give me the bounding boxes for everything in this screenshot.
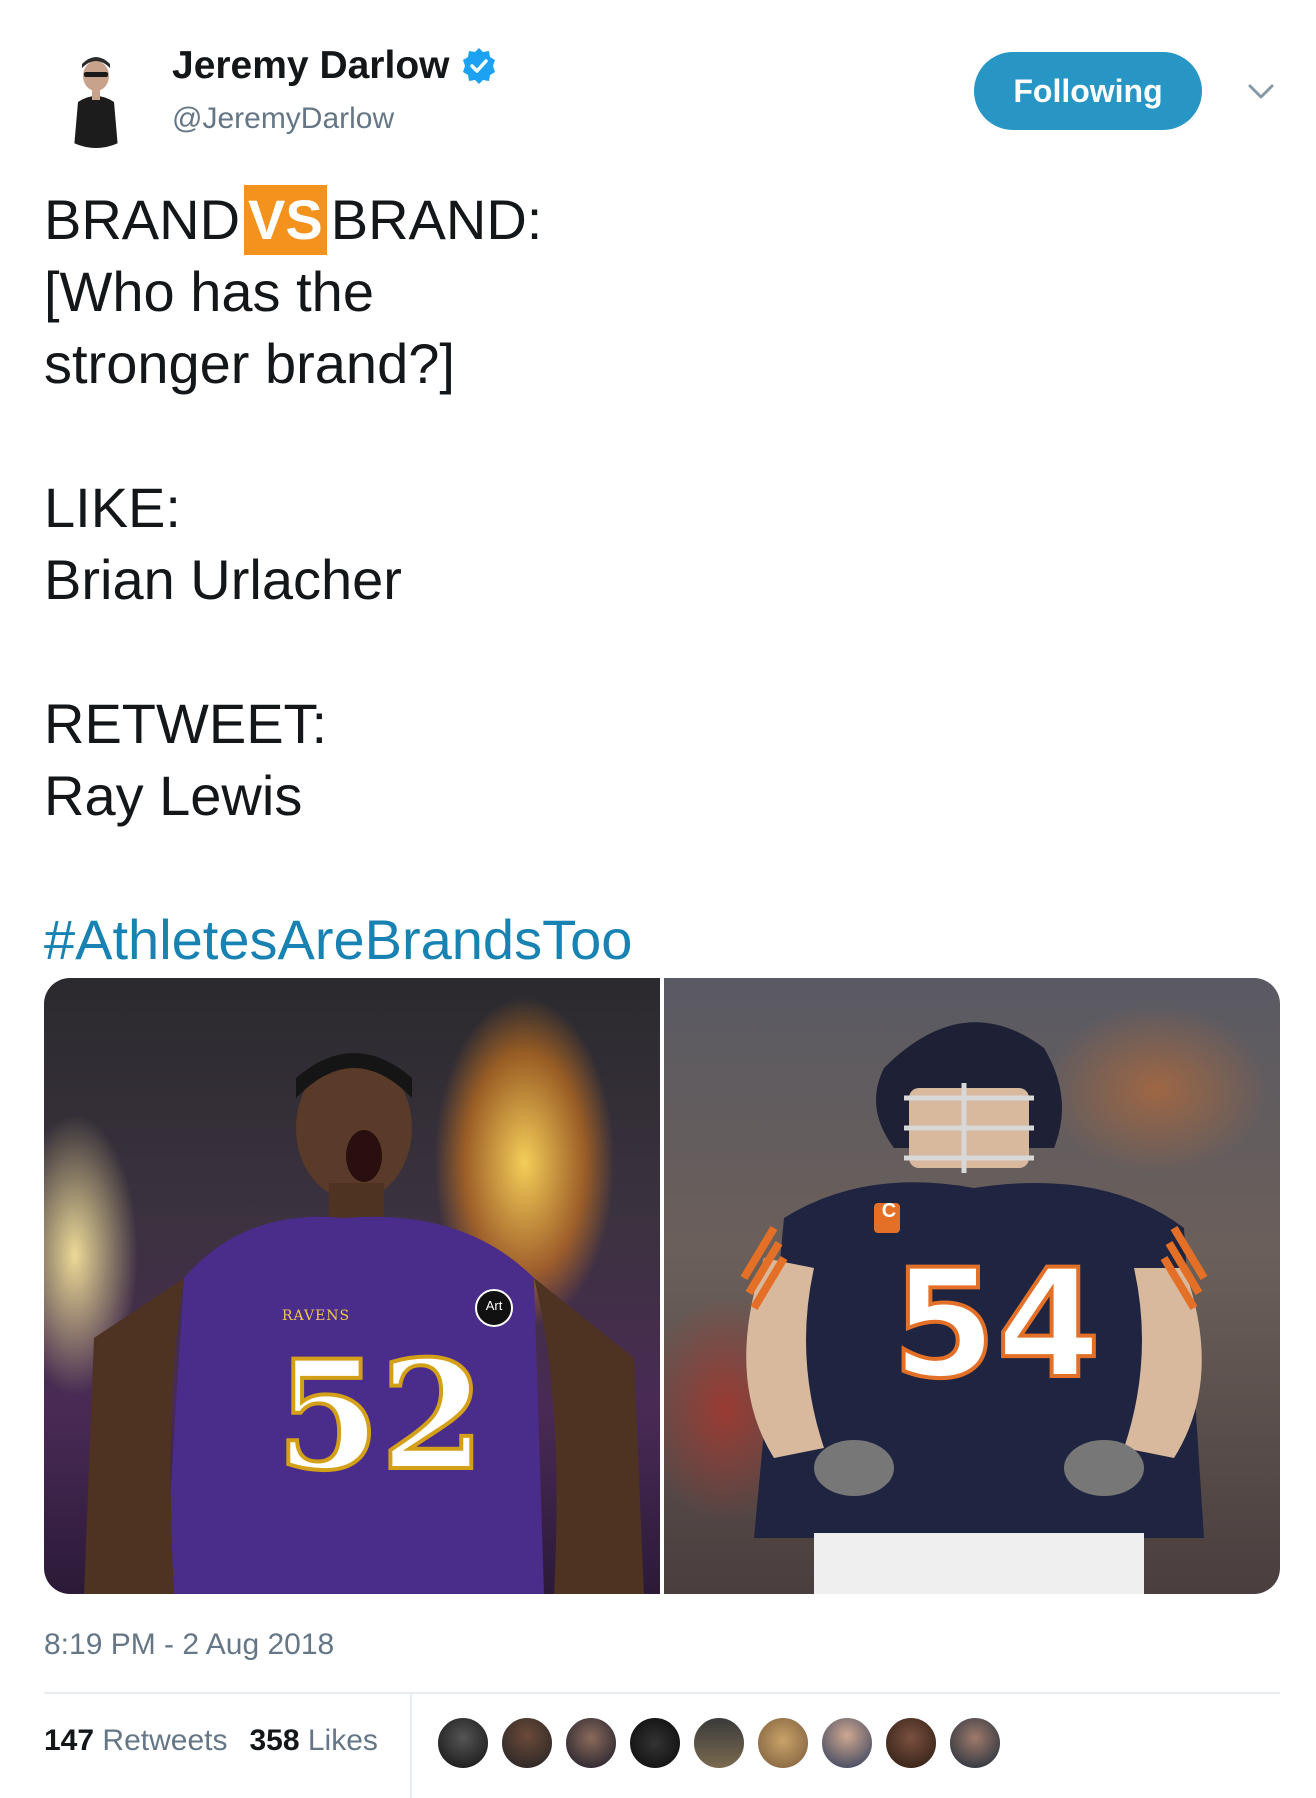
liker-avatar[interactable] [820, 1716, 874, 1770]
stats-divider-top [44, 1692, 1280, 1694]
retweet-option-value: Ray Lewis [44, 764, 303, 827]
ravens-jersey-number: 52 [274, 1326, 487, 1506]
vs-emoji-badge: VS [244, 185, 327, 255]
ray-lewis-photo[interactable]: RAVENS Art 52 [44, 978, 660, 1594]
likes-stat[interactable]: 358 Likes [249, 1724, 377, 1758]
chevron-down-icon[interactable] [1246, 80, 1276, 104]
retweets-label[interactable]: Retweets [102, 1724, 227, 1757]
tweet-timestamp[interactable]: 8:19 PM - 2 Aug 2018 [44, 1628, 334, 1662]
tweet-media[interactable]: RAVENS Art 52 C 54 [44, 978, 1280, 1594]
retweets-count[interactable]: 147 [44, 1724, 94, 1757]
likes-count[interactable]: 358 [249, 1724, 299, 1757]
retweets-stat[interactable]: 147 Retweets [44, 1724, 227, 1758]
liker-avatar[interactable] [564, 1716, 618, 1770]
author-name[interactable]: Jeremy Darlow [172, 44, 499, 88]
liker-avatar[interactable] [628, 1716, 682, 1770]
author-display-name[interactable]: Jeremy Darlow [172, 44, 449, 88]
author-handle[interactable]: @JeremyDarlow [172, 102, 394, 136]
liker-avatar[interactable] [948, 1716, 1002, 1770]
likes-label[interactable]: Likes [308, 1724, 378, 1757]
brand-left-text: BRAND [44, 188, 241, 251]
tweet-line-brand-vs-brand: BRAND VS BRAND: [44, 184, 1264, 256]
tweet-line-question-2: stronger brand?] [44, 332, 455, 395]
likers-avatars[interactable] [436, 1716, 1002, 1770]
liker-avatar[interactable] [500, 1716, 554, 1770]
author-avatar[interactable] [44, 44, 148, 148]
retweet-option-label: RETWEET: [44, 692, 328, 755]
avatar-portrait [44, 44, 148, 148]
art-memorial-patch: Art [485, 1298, 503, 1313]
ravens-wordmark: RAVENS [282, 1308, 351, 1324]
following-button[interactable]: Following [974, 52, 1202, 130]
tweet-stats: 147 Retweets 358 Likes [44, 1724, 378, 1758]
tweet-line-question-1: [Who has the [44, 260, 374, 323]
verified-badge-icon [459, 46, 499, 86]
like-option-value: Brian Urlacher [44, 548, 402, 611]
liker-avatar[interactable] [436, 1716, 490, 1770]
like-option-label: LIKE: [44, 476, 181, 539]
tweet-card: Jeremy Darlow @JeremyDarlow Following BR… [0, 0, 1316, 1798]
tweet-text: BRAND VS BRAND: [Who has the stronger bran… [44, 184, 1264, 976]
brian-urlacher-photo[interactable]: C 54 [664, 978, 1280, 1594]
hashtag-link[interactable]: #AthletesAreBrandsToo [44, 904, 1264, 976]
captain-patch: C [881, 1200, 897, 1222]
stats-separator [410, 1694, 412, 1798]
liker-avatar[interactable] [884, 1716, 938, 1770]
liker-avatar[interactable] [692, 1716, 746, 1770]
brand-right-text: BRAND: [330, 188, 543, 251]
bears-jersey-number: 54 [890, 1236, 1103, 1414]
liker-avatar[interactable] [756, 1716, 810, 1770]
